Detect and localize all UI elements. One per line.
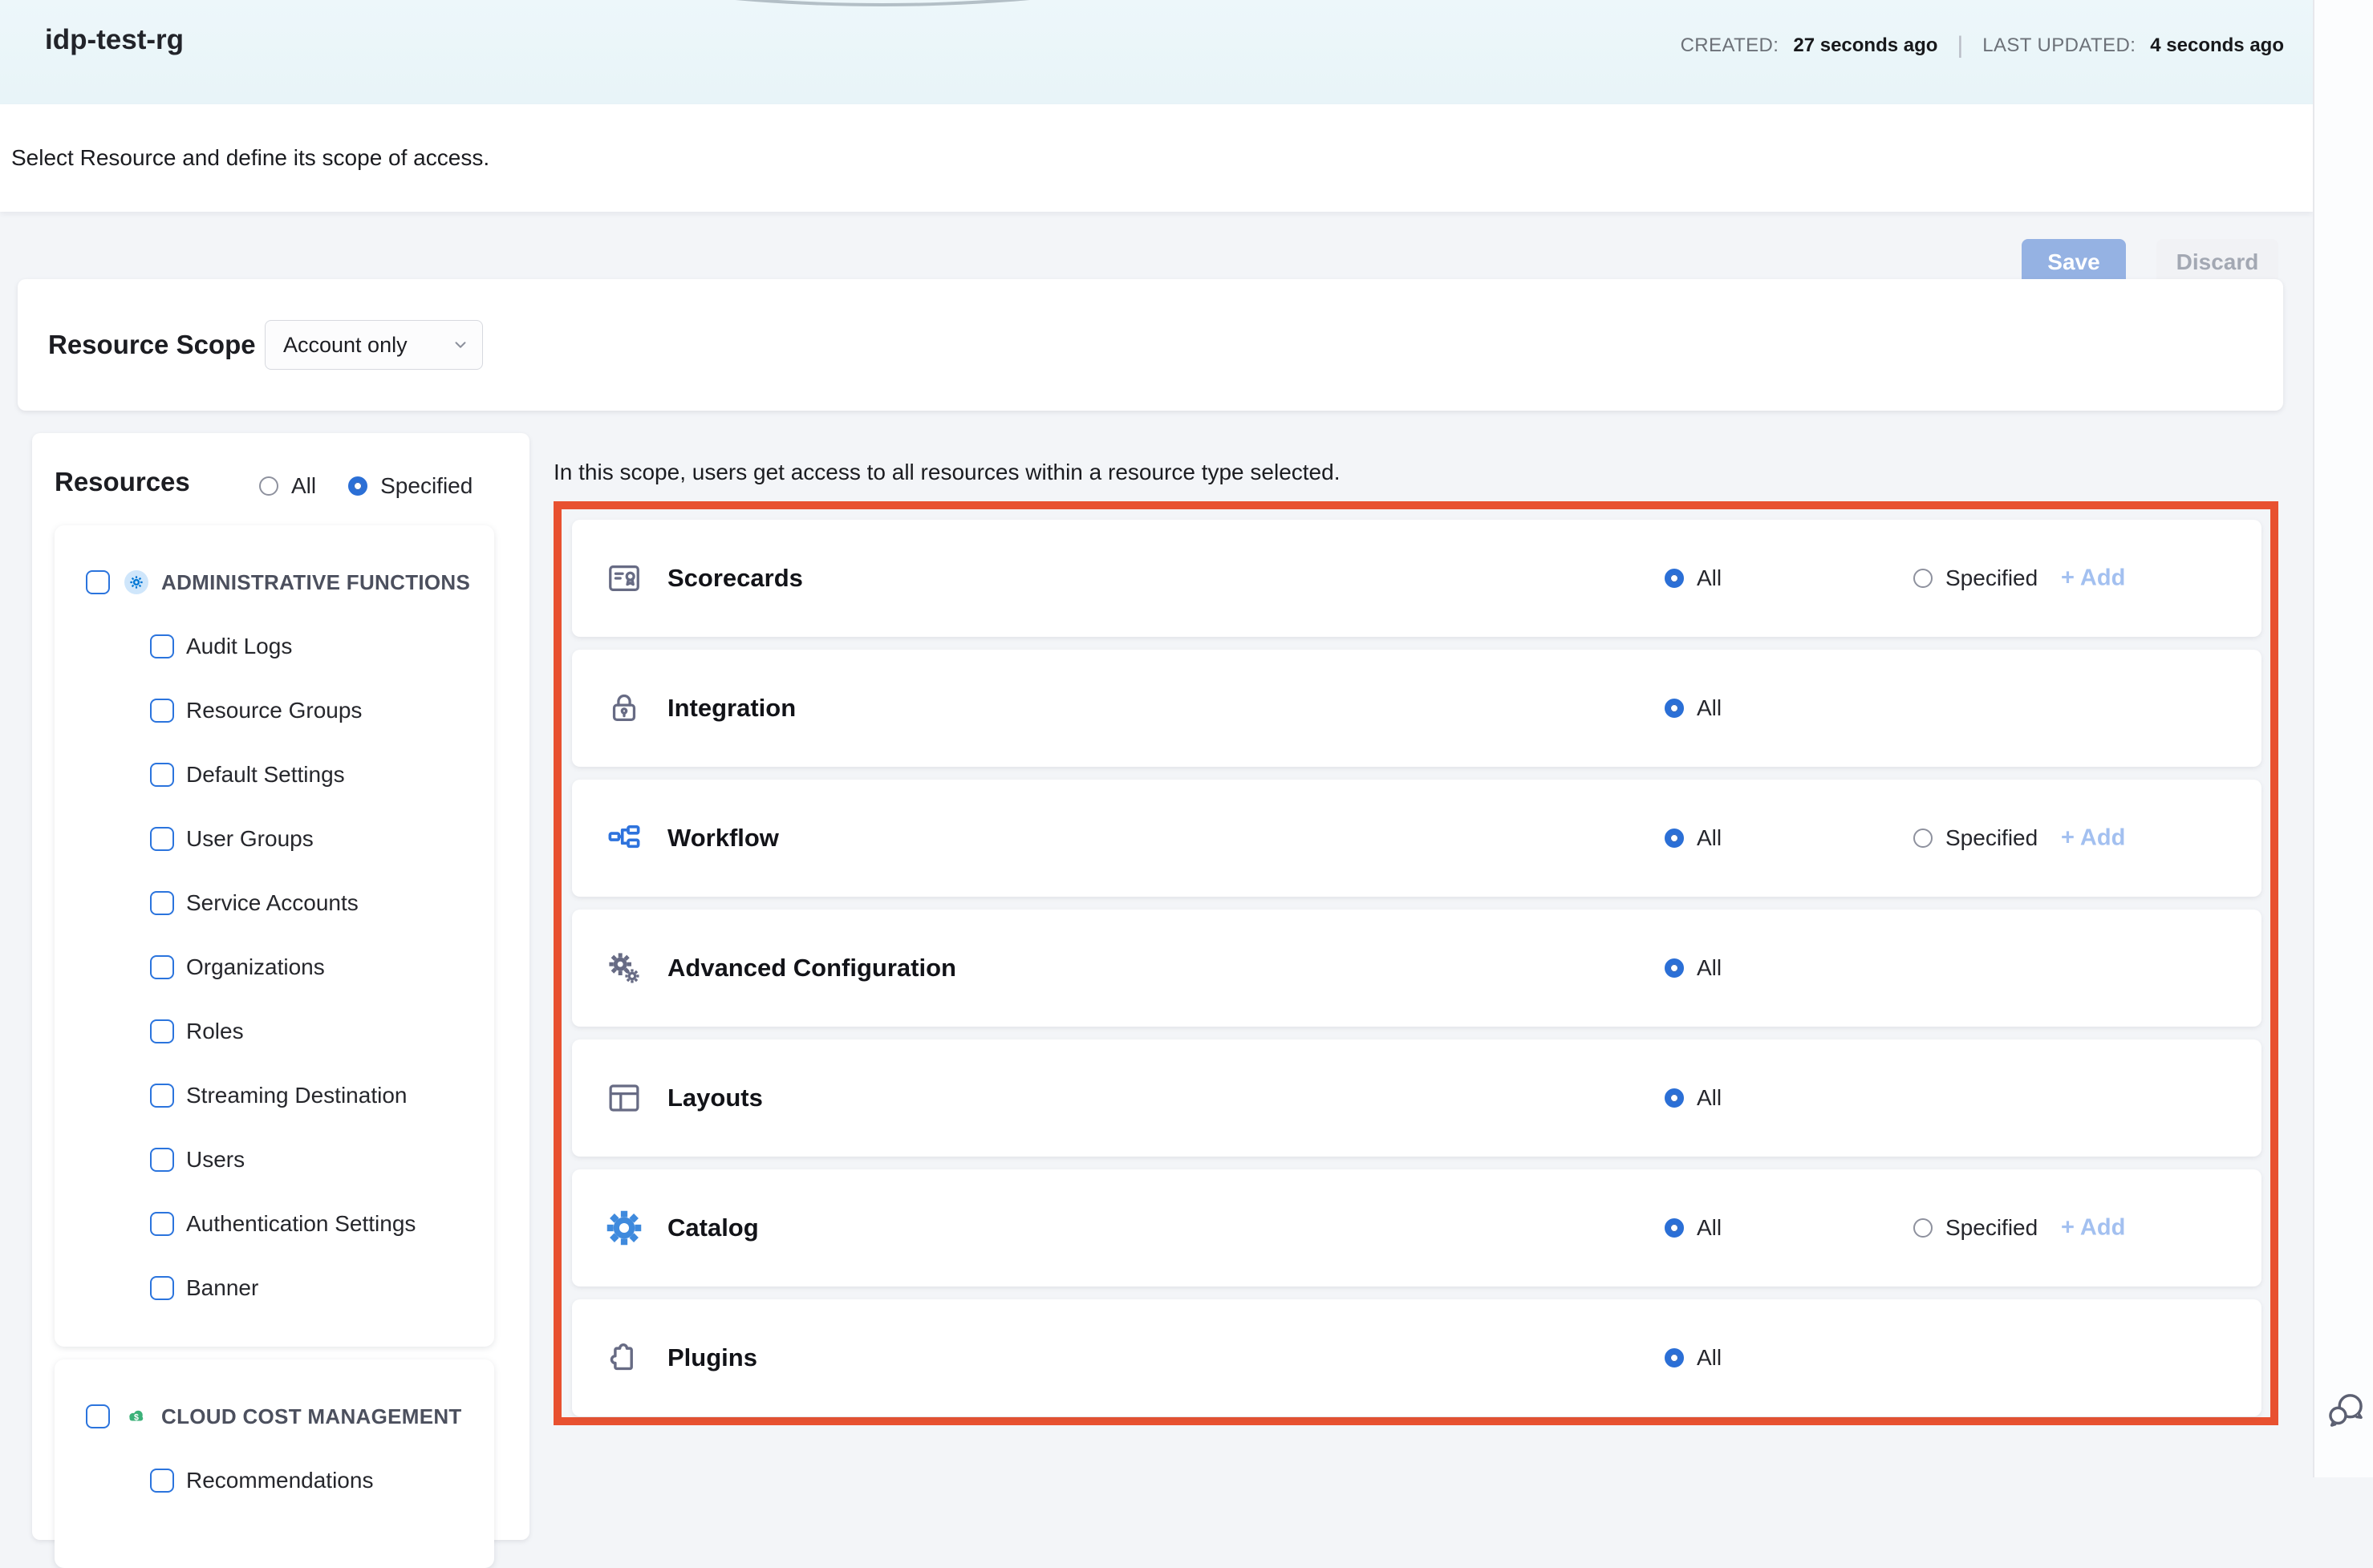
resource-type-label: Catalog	[667, 1213, 759, 1242]
page-title: idp-test-rg	[45, 24, 184, 56]
resource-scope-label: Resource Scope	[48, 330, 256, 360]
resource-type-label: Advanced Configuration	[667, 954, 956, 983]
resource-type-label: Plugins	[667, 1343, 757, 1372]
svg-text:$: $	[134, 1412, 139, 1422]
resources-panel-header: Resources All Specified	[32, 433, 529, 525]
timestamps: CREATED: 27 seconds ago | LAST UPDATED: …	[1681, 32, 2284, 59]
updated-label: LAST UPDATED:	[1982, 34, 2136, 57]
resource-group-card-administrative-functions: ADMINISTRATIVE FUNCTIONS Audit Logs Reso…	[55, 525, 494, 1347]
resource-type-label: Workflow	[667, 824, 779, 853]
resource-row-catalog: Catalog All Specified + Add	[572, 1169, 2261, 1286]
resources-panel: Resources All Specified	[32, 433, 529, 1540]
resource-group-card-cloud-cost-management: $ CLOUD COST MANAGEMENT Recommendations	[55, 1359, 494, 1568]
add-link[interactable]: + Add	[2061, 1215, 2125, 1242]
created-label: CREATED:	[1681, 34, 1779, 57]
add-link[interactable]: + Add	[2061, 825, 2125, 852]
gear-icon	[604, 1208, 644, 1248]
tree-group-row: ADMINISTRATIVE FUNCTIONS	[55, 564, 494, 601]
resources-all-radio[interactable]	[259, 476, 278, 496]
resource-row-workflow: Workflow All Specified + Add	[572, 780, 2261, 897]
resource-row-advanced-configuration: Advanced Configuration All	[572, 910, 2261, 1027]
tree-item: Roles	[55, 1013, 494, 1050]
item-checkbox[interactable]	[150, 699, 174, 723]
tree-item: User Groups	[55, 820, 494, 857]
scope-description: In this scope, users get access to all r…	[554, 460, 1340, 485]
item-checkbox[interactable]	[150, 1469, 174, 1493]
tree-item: Audit Logs	[55, 628, 494, 665]
resource-row-layouts: Layouts All	[572, 1039, 2261, 1157]
created-value: 27 seconds ago	[1793, 34, 1937, 57]
tree-item: Resource Groups	[55, 692, 494, 729]
resource-type-label: Layouts	[667, 1084, 763, 1112]
item-checkbox[interactable]	[150, 1148, 174, 1172]
resource-scope-dropdown[interactable]: Account only	[265, 320, 483, 370]
group-label: ADMINISTRATIVE FUNCTIONS	[161, 570, 470, 595]
item-checkbox[interactable]	[150, 763, 174, 787]
resources-specified-label: Specified	[380, 473, 473, 499]
all-radio[interactable]	[1665, 829, 1684, 848]
header-arc-decoration	[241, 0, 1524, 6]
item-checkbox[interactable]	[150, 1276, 174, 1300]
item-checkbox[interactable]	[150, 827, 174, 851]
tree-item: Streaming Destination	[55, 1077, 494, 1114]
puzzle-icon	[604, 1338, 644, 1378]
page-header: idp-test-rg CREATED: 27 seconds ago | LA…	[0, 0, 2313, 104]
workflow-icon	[604, 818, 644, 858]
updated-value: 4 seconds ago	[2150, 34, 2284, 57]
resource-type-label: Scorecards	[667, 564, 803, 593]
tree-item: Recommendations	[55, 1462, 494, 1499]
tree-item: Banner	[55, 1270, 494, 1307]
scorecard-icon	[604, 558, 644, 598]
tree-item: Service Accounts	[55, 885, 494, 922]
specified-radio[interactable]	[1913, 1218, 1933, 1238]
specified-radio[interactable]	[1913, 569, 1933, 588]
resources-title: Resources	[55, 467, 190, 497]
tree-item: Authentication Settings	[55, 1205, 494, 1242]
resource-scope-selected: Account only	[283, 333, 408, 358]
chat-support-icon[interactable]	[2325, 1389, 2367, 1431]
item-checkbox[interactable]	[150, 955, 174, 979]
cloud-dollar-icon: $	[124, 1404, 148, 1428]
lock-icon	[604, 688, 644, 728]
resource-type-label: Integration	[667, 694, 796, 723]
resource-row-scorecards: Scorecards All Specified + Add	[572, 520, 2261, 637]
all-radio[interactable]	[1665, 699, 1684, 718]
gear-circle-icon	[124, 570, 148, 594]
tree-item: Organizations	[55, 949, 494, 986]
all-radio[interactable]	[1665, 1088, 1684, 1108]
tree-item: Users	[55, 1141, 494, 1178]
chevron-down-icon	[452, 336, 469, 354]
item-checkbox[interactable]	[150, 1084, 174, 1108]
all-radio[interactable]	[1665, 569, 1684, 588]
item-checkbox[interactable]	[150, 1019, 174, 1043]
tree-item: Default Settings	[55, 756, 494, 793]
all-radio[interactable]	[1665, 1218, 1684, 1238]
action-toolbar: Select Resource and define its scope of …	[0, 104, 2313, 212]
all-radio[interactable]	[1665, 958, 1684, 978]
resource-scope-card: Resource Scope Account only	[18, 279, 2283, 411]
resources-specified-radio[interactable]	[348, 476, 367, 496]
tree-group-row: $ CLOUD COST MANAGEMENT	[55, 1398, 494, 1435]
scrollbar-strip[interactable]	[2313, 0, 2373, 1477]
group-label: CLOUD COST MANAGEMENT	[161, 1404, 462, 1429]
specified-radio[interactable]	[1913, 829, 1933, 848]
all-radio[interactable]	[1665, 1348, 1684, 1367]
page: idp-test-rg CREATED: 27 seconds ago | LA…	[0, 0, 2313, 1477]
layout-icon	[604, 1078, 644, 1118]
resource-types-highlight-box: Scorecards All Specified + Add Integrati…	[554, 501, 2278, 1425]
item-checkbox[interactable]	[150, 1212, 174, 1236]
group-checkbox[interactable]	[86, 1404, 110, 1428]
item-checkbox[interactable]	[150, 891, 174, 915]
group-checkbox[interactable]	[86, 570, 110, 594]
add-link[interactable]: + Add	[2061, 565, 2125, 592]
gears-icon	[604, 948, 644, 988]
resources-all-label: All	[291, 473, 316, 499]
resource-row-plugins: Plugins All	[572, 1299, 2261, 1416]
divider: |	[1952, 32, 1968, 59]
item-checkbox[interactable]	[150, 634, 174, 658]
resource-row-integration: Integration All	[572, 650, 2261, 767]
toolbar-description: Select Resource and define its scope of …	[11, 145, 489, 171]
